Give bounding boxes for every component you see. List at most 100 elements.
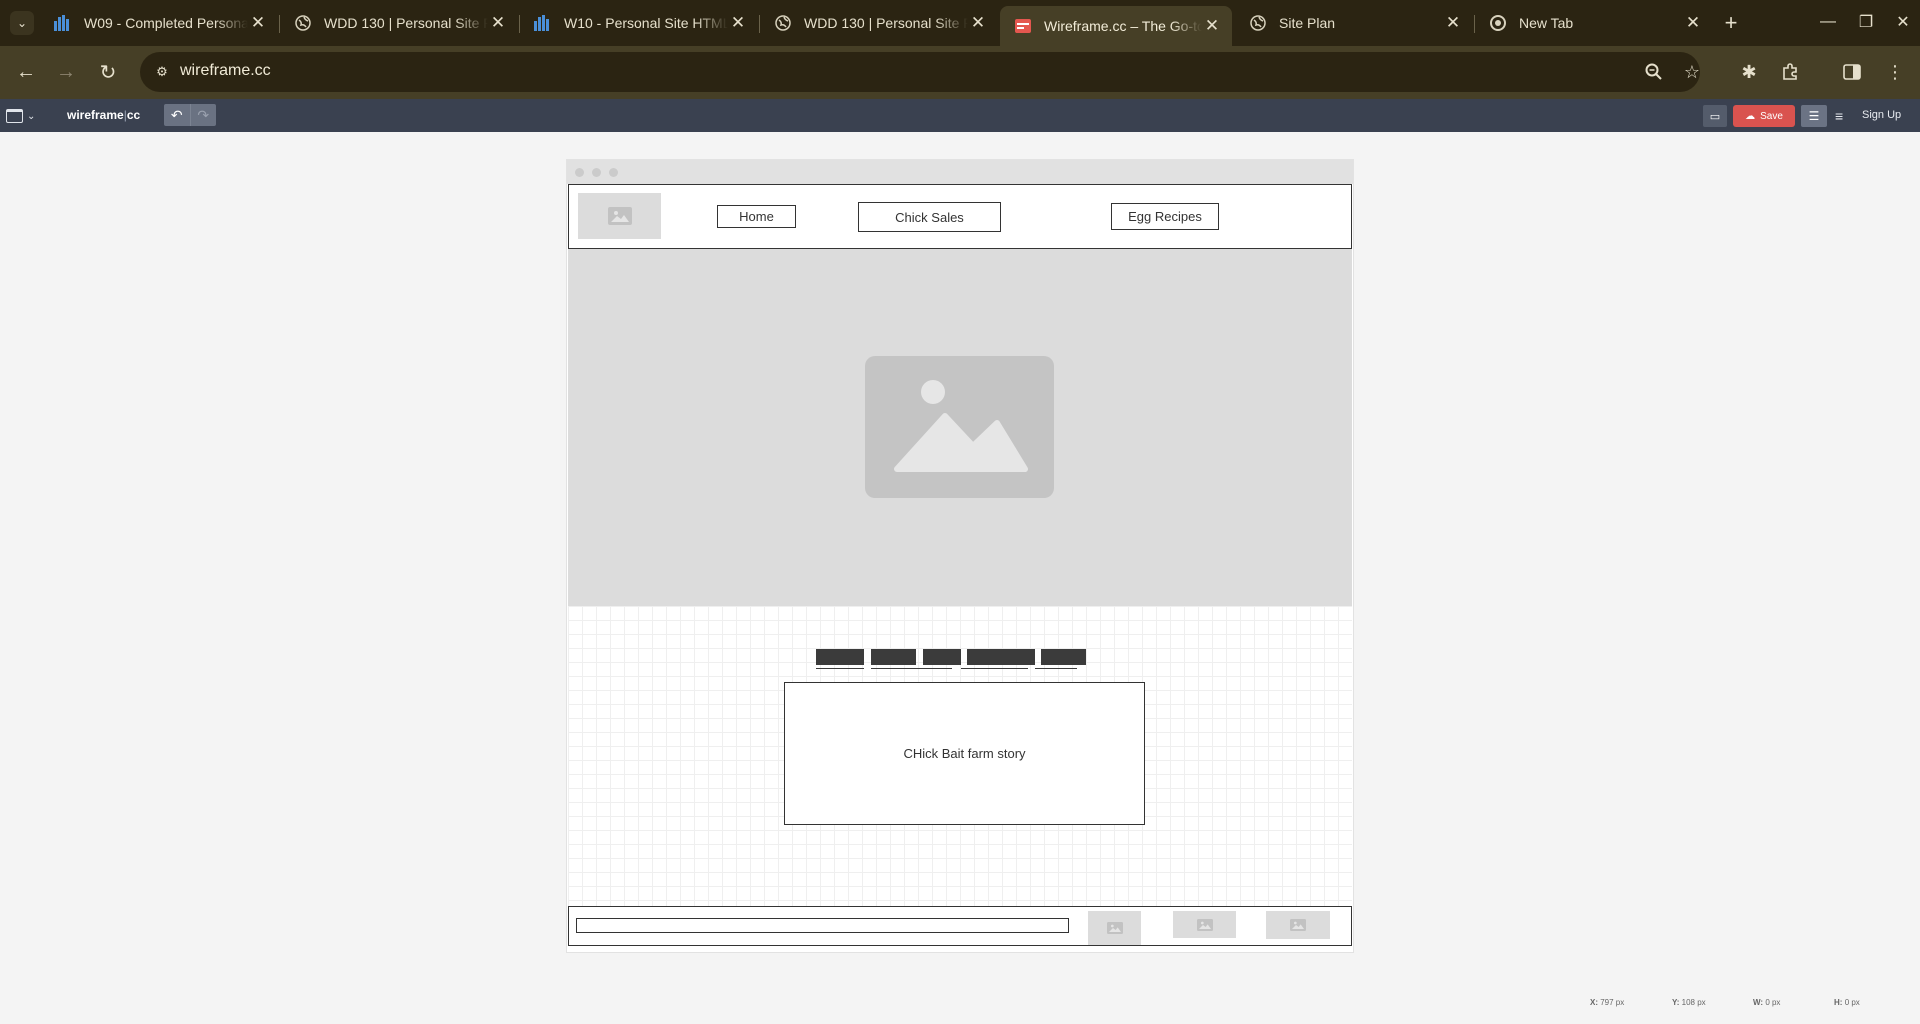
- comment-icon[interactable]: ▭: [1703, 105, 1727, 127]
- browser-tab[interactable]: W10 - Personal Site HTML ✕: [520, 6, 758, 40]
- wf-nav-chick-sales[interactable]: Chick Sales: [858, 202, 1001, 232]
- tab-close-icon[interactable]: ✕: [1683, 13, 1703, 33]
- canvas[interactable]: Home Chick Sales Egg Recipes CHick Bait …: [0, 132, 1920, 1024]
- wf-tab[interactable]: [816, 649, 864, 665]
- app-toolbar: ⌄ wireframe|cc ↶ ↷ ▭ ☁ Save ☰ ≡ Sign Up: [0, 99, 1920, 132]
- page-switcher[interactable]: ⌄: [6, 107, 36, 125]
- wf-nav-home[interactable]: Home: [717, 205, 796, 228]
- tab-close-icon[interactable]: ✕: [248, 13, 268, 33]
- browser-tab[interactable]: WDD 130 | Personal Site Plan ✕: [760, 6, 998, 40]
- zoom-icon[interactable]: [1643, 61, 1665, 83]
- x-label: X:: [1590, 998, 1598, 1007]
- globe-icon: [294, 14, 312, 32]
- wf-tab-underline: [1035, 668, 1077, 669]
- wf-tab[interactable]: [967, 649, 1035, 665]
- wf-footer-image-placeholder[interactable]: [1266, 911, 1330, 939]
- x-coordinate-readout: X: 797 px: [1590, 998, 1624, 1007]
- save-label: Save: [1760, 110, 1783, 122]
- extension-gear-icon[interactable]: ✱: [1735, 58, 1763, 86]
- tab-title: WDD 130 | Personal Site Plan: [804, 15, 968, 31]
- image-icon: [865, 356, 1054, 498]
- wf-tab-underline: [961, 668, 1028, 669]
- page-icon: [6, 109, 23, 123]
- wf-tab[interactable]: [871, 649, 916, 665]
- new-tab-plus-icon[interactable]: +: [1718, 10, 1744, 36]
- tab-close-icon[interactable]: ✕: [1202, 16, 1222, 36]
- hamburger-menu-icon[interactable]: ≡: [1835, 108, 1843, 124]
- height-readout: H: 0 px: [1834, 998, 1860, 1007]
- close-window-icon[interactable]: ✕: [1888, 8, 1918, 36]
- undo-icon[interactable]: ↶: [164, 104, 190, 126]
- image-icon: [1106, 922, 1123, 934]
- forward-arrow-icon[interactable]: →: [52, 58, 80, 86]
- wf-tab-underline: [871, 668, 952, 669]
- wf-story-label: CHick Bait farm story: [903, 746, 1026, 761]
- wf-footer-input[interactable]: [576, 918, 1069, 933]
- tab-close-icon[interactable]: ✕: [488, 13, 508, 33]
- x-value: 797 px: [1600, 998, 1625, 1007]
- address-bar-url[interactable]: wireframe.cc: [180, 62, 271, 80]
- browser-menu-icon[interactable]: ⋮: [1881, 58, 1909, 86]
- wf-tab[interactable]: [923, 649, 961, 665]
- app-logo[interactable]: wireframe|cc: [67, 108, 140, 122]
- wf-body-grid[interactable]: CHick Bait farm story: [568, 606, 1352, 906]
- tab-title: W09 - Completed Personal Site Plan: [84, 15, 248, 31]
- frame-dot: [575, 168, 584, 177]
- frame-dot: [609, 168, 618, 177]
- browser-tab[interactable]: Site Plan ✕: [1235, 6, 1473, 40]
- extensions-puzzle-icon[interactable]: [1776, 58, 1804, 86]
- wireframe-browser-frame: Home Chick Sales Egg Recipes CHick Bait …: [567, 160, 1353, 952]
- undo-redo-group: ↶ ↷: [164, 104, 216, 126]
- tab-title: W10 - Personal Site HTML: [564, 15, 728, 31]
- width-readout: W: 0 px: [1753, 998, 1780, 1007]
- wf-story-box[interactable]: CHick Bait farm story: [784, 682, 1145, 825]
- h-value: 0 px: [1844, 998, 1860, 1007]
- sign-up-link[interactable]: Sign Up: [1862, 109, 1901, 121]
- frame-titlebar: [567, 160, 1353, 184]
- wf-tab[interactable]: [1041, 649, 1086, 665]
- minimize-icon[interactable]: —: [1813, 8, 1843, 36]
- browser-tab[interactable]: WDD 130 | Personal Site Plan ✕: [280, 6, 518, 40]
- wf-footer-image-placeholder[interactable]: [1088, 911, 1141, 945]
- wf-logo-image-placeholder[interactable]: [578, 193, 661, 239]
- back-arrow-icon[interactable]: ←: [12, 58, 40, 86]
- bookmark-star-icon[interactable]: ☆: [1681, 61, 1703, 83]
- settings-sliders-icon[interactable]: ☰: [1801, 105, 1827, 127]
- restore-icon[interactable]: ❐: [1851, 8, 1881, 36]
- cloud-icon: ☁: [1745, 110, 1756, 122]
- wf-footer-image-placeholder[interactable]: [1173, 911, 1236, 938]
- tab-title: Site Plan: [1279, 15, 1336, 31]
- wf-footer-box[interactable]: [568, 906, 1352, 946]
- image-icon: [1290, 919, 1306, 931]
- wf-header-box[interactable]: Home Chick Sales Egg Recipes: [568, 184, 1352, 249]
- wireframe-logo-icon: [1014, 17, 1032, 35]
- save-button[interactable]: ☁ Save: [1733, 105, 1795, 127]
- globe-icon: [774, 14, 792, 32]
- browser-tab-strip: ⌄ W09 - Completed Personal Site Plan ✕ W…: [0, 0, 1920, 46]
- tab-close-icon[interactable]: ✕: [728, 13, 748, 33]
- address-bar[interactable]: ⚙ wireframe.cc ☆: [140, 52, 1700, 92]
- site-info-icon[interactable]: ⚙: [152, 62, 172, 82]
- redo-icon[interactable]: ↷: [189, 104, 217, 126]
- browser-tab-active[interactable]: Wireframe.cc – The Go-to Wireframe Tool …: [1000, 6, 1232, 46]
- wf-tab-underline: [816, 668, 864, 669]
- browser-toolbar: ← → ↻ ⚙ wireframe.cc ☆ ✱ ⋮: [0, 46, 1920, 99]
- chevron-down-icon: ⌄: [27, 110, 36, 122]
- side-panel-icon[interactable]: [1838, 58, 1866, 86]
- tab-search-icon[interactable]: ⌄: [10, 11, 34, 35]
- browser-tab[interactable]: New Tab ✕: [1475, 6, 1713, 40]
- tab-close-icon[interactable]: ✕: [968, 13, 988, 33]
- globe-icon: [1249, 14, 1267, 32]
- logo-main-text: wireframe: [67, 108, 124, 122]
- wf-nav-egg-recipes[interactable]: Egg Recipes: [1111, 203, 1219, 230]
- y-value: 108 px: [1681, 998, 1706, 1007]
- y-coordinate-readout: Y: 108 px: [1672, 998, 1706, 1007]
- reload-icon[interactable]: ↻: [94, 58, 122, 86]
- wf-hero-image-placeholder[interactable]: [568, 249, 1352, 606]
- wf-tab-bar[interactable]: [816, 649, 1086, 669]
- frame-dot: [592, 168, 601, 177]
- tab-close-icon[interactable]: ✕: [1443, 13, 1463, 33]
- w-label: W:: [1753, 998, 1764, 1007]
- browser-tab[interactable]: W09 - Completed Personal Site Plan ✕: [40, 6, 278, 40]
- chart-bars-icon: [54, 14, 72, 32]
